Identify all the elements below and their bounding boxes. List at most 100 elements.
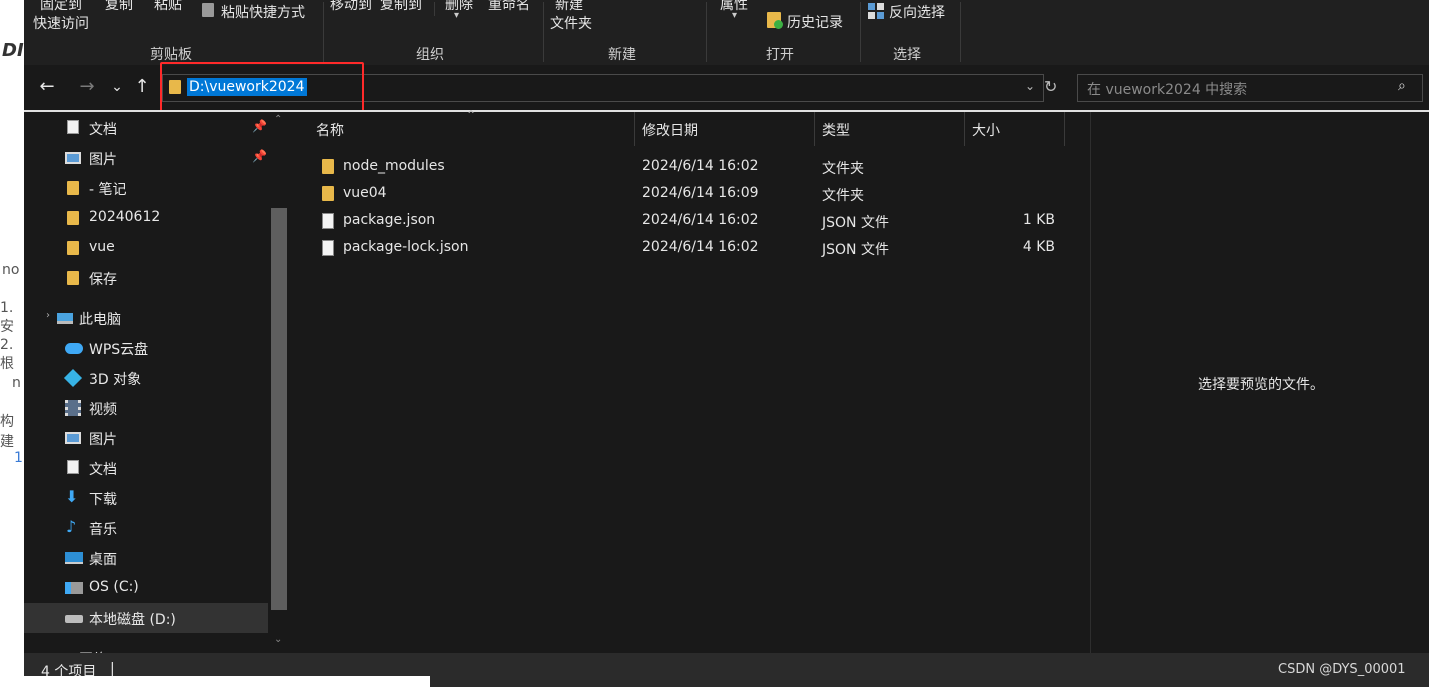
sidebar-item-label: 本地磁盘 (D:) <box>89 612 176 628</box>
sidebar-item-pictures-pinned[interactable]: 图片 📌 <box>24 143 268 173</box>
preview-message: 选择要预览的文件。 <box>1198 377 1324 393</box>
file-name: vue04 <box>343 185 387 201</box>
sidebar-item-this-pc[interactable]: › 此电脑 <box>24 303 268 333</box>
sidebar-item-drive-d[interactable]: 本地磁盘 (D:) <box>24 603 268 633</box>
background-text-fragment: 构建 <box>0 414 14 450</box>
sidebar-item-documents[interactable]: 文档 <box>24 453 268 483</box>
desktop-icon <box>65 552 83 564</box>
copy-to-button[interactable]: 复制到 <box>380 0 422 14</box>
group-label-open: 打开 <box>766 47 794 63</box>
ribbon-divider <box>434 2 435 16</box>
column-header-name[interactable]: 名称 <box>316 120 344 140</box>
chevron-down-icon[interactable]: ▾ <box>732 10 737 21</box>
column-header-size[interactable]: 大小 <box>972 120 1000 140</box>
sidebar-item-label: 3D 对象 <box>89 372 142 388</box>
ribbon-divider <box>323 2 324 62</box>
video-icon <box>65 400 81 416</box>
background-text-fragment: n <box>12 375 21 391</box>
recent-locations-button[interactable]: ⌄ <box>105 75 129 99</box>
sidebar-item-label: 文档 <box>89 462 117 478</box>
paste-shortcut-button[interactable]: 粘贴快捷方式 <box>221 2 305 22</box>
sidebar-item-downloads[interactable]: ⬇ 下载 <box>24 483 268 513</box>
address-dropdown-icon[interactable]: ⌄ <box>1025 79 1035 93</box>
background-page-strip-bottom <box>0 676 430 687</box>
back-button[interactable]: ← <box>35 75 59 99</box>
pin-quick-access-button[interactable]: 固定到 <box>40 0 82 14</box>
preview-scrollbar[interactable] <box>1421 112 1429 653</box>
pin-icon: 📌 <box>252 119 267 133</box>
sidebar-scrollbar[interactable]: ⌃ ⌄ <box>268 112 290 653</box>
chevron-right-icon[interactable]: › <box>46 310 50 321</box>
column-divider[interactable] <box>814 112 815 146</box>
file-size: 1 KB <box>1022 212 1055 228</box>
file-row[interactable]: vue04 2024/6/14 16:09 文件夹 <box>314 181 1074 208</box>
file-type: JSON 文件 <box>822 242 889 258</box>
sidebar-item-videos[interactable]: 视频 <box>24 393 268 423</box>
sidebar-item-network[interactable]: 网络 <box>24 643 268 653</box>
paste-button[interactable]: 粘贴 <box>154 0 182 14</box>
scrollbar-thumb[interactable] <box>271 208 287 610</box>
pin-quick-access-button-line2[interactable]: 快速访问 <box>33 13 89 33</box>
music-icon: ♪ <box>66 517 77 536</box>
drive-d-icon <box>65 615 83 623</box>
pictures-icon <box>65 152 81 164</box>
sidebar-item-save[interactable]: 保存 <box>24 263 268 293</box>
sidebar-item-drive-c[interactable]: OS (C:) <box>24 573 268 603</box>
forward-button[interactable]: → <box>75 75 99 99</box>
sidebar-item-label: 图片 <box>89 152 117 168</box>
status-separator: | <box>110 661 115 677</box>
new-folder-button-line2[interactable]: 文件夹 <box>550 13 592 33</box>
file-modified: 2024/6/14 16:09 <box>642 185 759 201</box>
column-divider[interactable] <box>964 112 965 146</box>
file-name: package.json <box>343 212 436 228</box>
document-icon <box>67 120 79 134</box>
sidebar-item-3d-objects[interactable]: 3D 对象 <box>24 363 268 393</box>
file-row[interactable]: package-lock.json 2024/6/14 16:02 JSON 文… <box>314 235 1074 262</box>
move-to-button[interactable]: 移动到 <box>330 0 372 14</box>
rename-button[interactable]: 重命名 <box>488 0 530 14</box>
sidebar-item-label: - 笔记 <box>89 182 127 198</box>
copy-button[interactable]: 复制 <box>105 0 133 14</box>
sidebar-item-documents-pinned[interactable]: 文档 📌 <box>24 113 268 143</box>
file-row[interactable]: node_modules 2024/6/14 16:02 文件夹 <box>314 154 1074 181</box>
file-type: 文件夹 <box>822 188 864 204</box>
sidebar-item-20240612[interactable]: 20240612 <box>24 203 268 233</box>
sidebar-item-desktop[interactable]: 桌面 <box>24 543 268 573</box>
file-list: ⌃ 名称 修改日期 类型 大小 node_modules 2024/6/14 1… <box>290 108 1090 653</box>
paste-shortcut-icon <box>202 3 214 17</box>
sidebar-item-notes[interactable]: - 笔记 <box>24 173 268 203</box>
sidebar-item-label: WPS云盘 <box>89 342 149 358</box>
up-button[interactable]: ↑ <box>130 75 154 99</box>
column-divider[interactable] <box>634 112 635 146</box>
invert-selection-button[interactable]: 反向选择 <box>889 2 945 22</box>
column-header-type[interactable]: 类型 <box>822 120 850 140</box>
chevron-down-icon[interactable]: ▾ <box>454 10 459 21</box>
sidebar-item-pictures[interactable]: 图片 <box>24 423 268 453</box>
folder-icon <box>322 159 334 174</box>
folder-icon <box>67 181 79 195</box>
file-type: JSON 文件 <box>822 215 889 231</box>
computer-icon <box>57 313 73 324</box>
search-icon[interactable]: ⌕ <box>1398 78 1406 94</box>
ribbon: 固定到 快速访问 复制 粘贴 粘贴快捷方式 剪贴板 移动到 复制到 删除 ▾ 重… <box>24 0 1429 65</box>
file-row[interactable]: package.json 2024/6/14 16:02 JSON 文件 1 K… <box>314 208 1074 235</box>
sidebar-item-wps-cloud[interactable]: WPS云盘 <box>24 333 268 363</box>
background-text-fragment: no <box>2 262 20 278</box>
scroll-down-icon[interactable]: ⌄ <box>274 634 282 645</box>
new-folder-button[interactable]: 新建 <box>555 0 583 14</box>
refresh-icon[interactable]: ↻ <box>1044 77 1057 96</box>
cloud-icon <box>65 343 83 354</box>
column-header-modified[interactable]: 修改日期 <box>642 120 698 140</box>
history-button[interactable]: 历史记录 <box>787 12 843 32</box>
sidebar-item-music[interactable]: ♪ 音乐 <box>24 513 268 543</box>
sidebar-item-vue[interactable]: vue <box>24 233 268 263</box>
sidebar-item-label: 下载 <box>89 492 117 508</box>
search-box[interactable]: 在 vuework2024 中搜索 ⌕ <box>1077 74 1423 102</box>
group-label-clipboard: 剪贴板 <box>150 47 192 63</box>
download-icon: ⬇ <box>65 487 79 506</box>
invert-selection-icon <box>868 3 884 19</box>
column-divider[interactable] <box>1064 112 1065 146</box>
search-input[interactable]: 在 vuework2024 中搜索 <box>1087 79 1247 99</box>
sidebar-item-label: 图片 <box>89 432 117 448</box>
scroll-up-icon[interactable]: ⌃ <box>274 114 282 125</box>
